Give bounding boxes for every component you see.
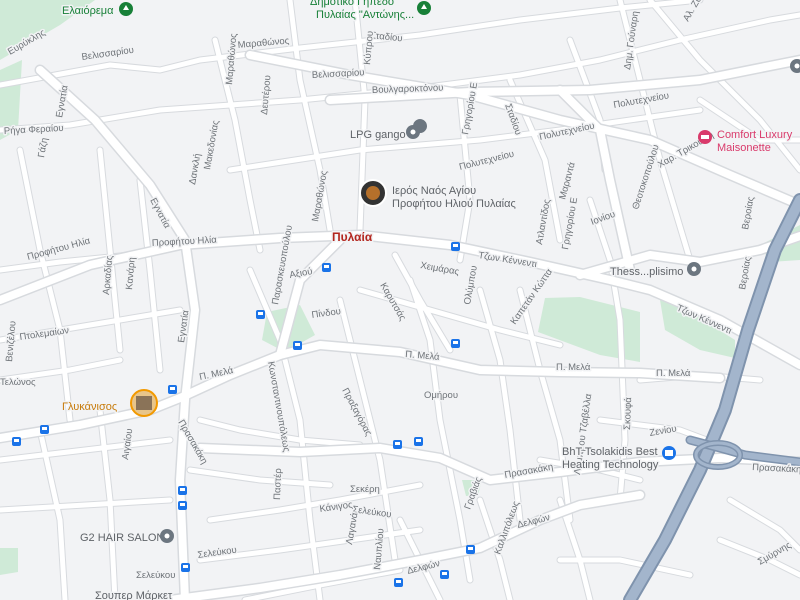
map-canvas[interactable]: Βελισσαρίου Βελισσαρίου Σταδίου Μαραθώνο…	[0, 0, 800, 600]
poi-label: Σουπερ Μάρκετ	[95, 590, 173, 600]
poi-label: Γλυκάνισος	[62, 401, 117, 413]
street-label: Ομήρου	[424, 390, 458, 401]
poi-supermarket[interactable]: Σουπερ Μάρκετ	[94, 589, 175, 600]
poi-elaiorema[interactable]: Ελαιόρεμα	[61, 2, 133, 19]
bus-stop-icon	[168, 385, 177, 394]
bus-stop-icon	[451, 242, 460, 251]
poi-label: Δημοτικό Γήπεδο	[310, 0, 394, 8]
store-pin-icon	[662, 446, 676, 460]
poi-label: Προφήτου Ηλιού Πυλαίας	[392, 198, 516, 210]
location-pin-icon	[687, 262, 701, 276]
street-label: Π. Μελά	[556, 362, 591, 373]
street-label: Σεκέρη	[350, 484, 380, 495]
bus-stop-icon	[466, 545, 475, 554]
bus-stop-icon	[178, 501, 187, 510]
bus-stop-icon	[414, 437, 423, 446]
park-sw	[0, 548, 18, 575]
poi-g2-hair-salon[interactable]: G2 HAIR SALON	[79, 529, 174, 546]
street-label: Σελεύκου	[136, 570, 175, 581]
bus-stop-icon	[181, 563, 190, 572]
bus-stop-icon	[393, 440, 402, 449]
poi-label: Πυλαίας "Αντώνης...	[316, 9, 414, 21]
poi-label: Thess...plisimo	[610, 266, 683, 278]
bus-stop-icon	[178, 486, 187, 495]
bus-stop-icon	[256, 310, 265, 319]
poi-label: G2 HAIR SALON	[80, 532, 164, 544]
poi-label: BhT Tsolakidis Best	[562, 446, 658, 458]
bus-stop-icon	[322, 263, 331, 272]
park-pin-icon	[119, 2, 133, 16]
poi-label: Comfort Luxury	[717, 129, 793, 141]
poi-label: Maisonette	[717, 142, 771, 154]
hotel-pin-icon	[698, 130, 712, 144]
poi-label: LPG gango	[350, 129, 406, 141]
street-label: Παστέρ	[272, 468, 284, 501]
bus-stop-icon	[394, 578, 403, 587]
street-label: Π. Μελά	[656, 368, 691, 379]
location-pin-icon	[160, 529, 174, 543]
bus-stop-icon	[293, 341, 302, 350]
bus-stop-icon	[12, 437, 21, 446]
area-name-label: Πυλαία	[332, 230, 373, 244]
poi-label: Heating Technology	[562, 459, 659, 471]
poi-label: Ιερός Ναός Αγίου	[392, 185, 476, 197]
bus-stop-icon	[40, 425, 49, 434]
street-label: Σκουφά	[622, 397, 634, 431]
poi-label: Ελαιόρεμα	[62, 5, 114, 17]
bus-stop-icon	[440, 570, 449, 579]
bus-stop-icon	[451, 339, 460, 348]
street-label: Τελώνος	[0, 377, 36, 388]
park-pin-icon	[417, 1, 431, 15]
